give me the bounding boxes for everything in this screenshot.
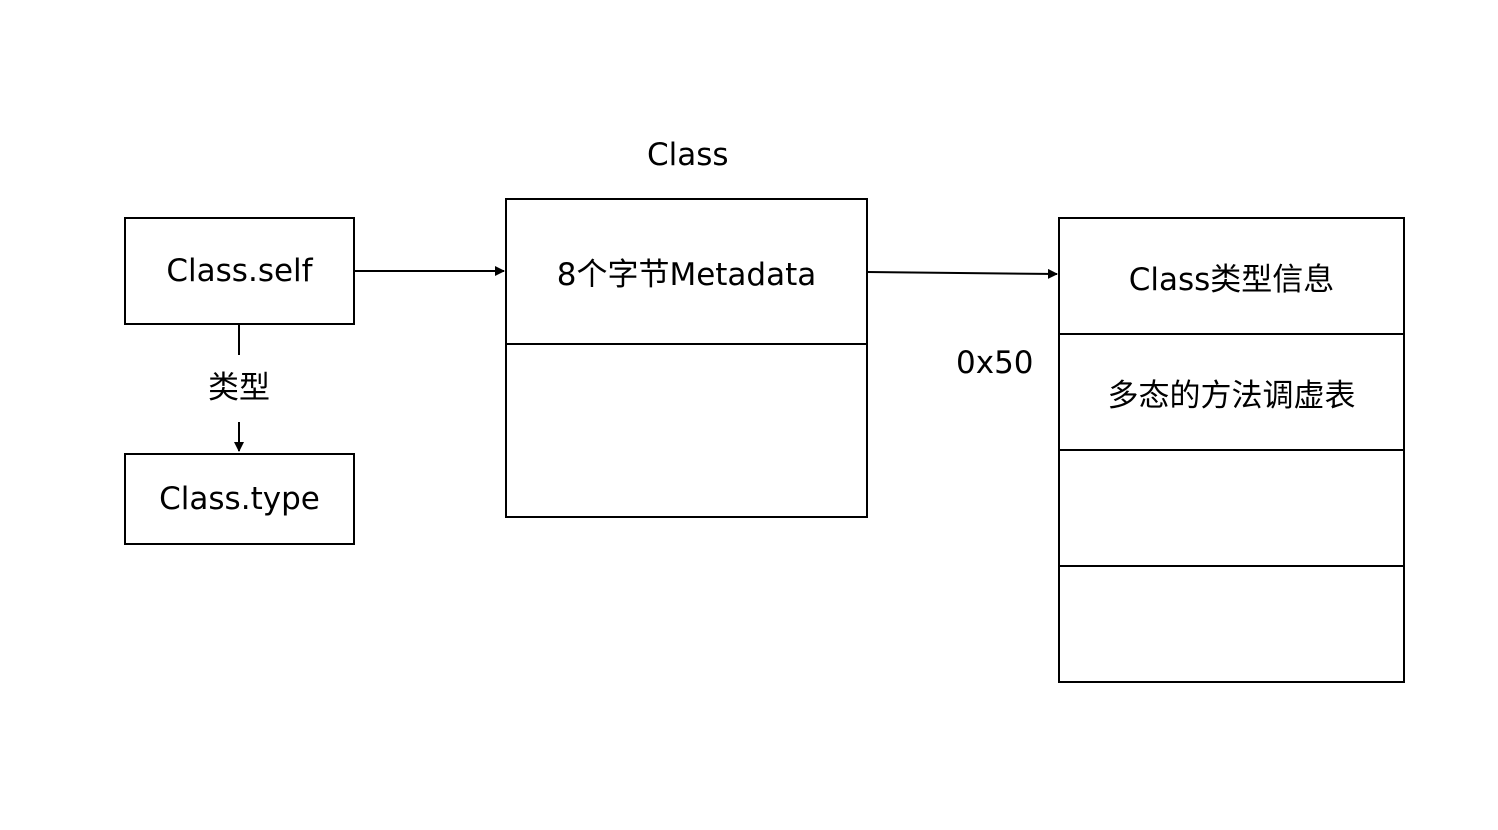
metadata-empty-cell-2 — [1058, 565, 1405, 683]
metadata-vtable-cell: 多态的方法调虚表 — [1058, 333, 1405, 451]
class-self-box: Class.self — [124, 217, 355, 325]
class-type-label: Class.type — [159, 481, 320, 517]
class-struct-title: Class — [647, 137, 729, 173]
metadata-vtable-label: 多态的方法调虚表 — [1107, 377, 1356, 414]
class-type-box: Class.type — [124, 453, 355, 545]
metadata-typeinfo-label: Class类型信息 — [1128, 261, 1335, 298]
class-self-label: Class.self — [166, 253, 313, 289]
metadata-typeinfo-cell: Class类型信息 — [1058, 217, 1405, 335]
type-relation-label: 类型 — [208, 370, 270, 406]
class-struct-empty-cell — [505, 343, 868, 518]
metadata-to-typeinfo-arrow — [866, 268, 1058, 279]
metadata-empty-cell-1 — [1058, 449, 1405, 567]
offset-label: 0x50 — [956, 345, 1034, 381]
class-struct-metadata-label: 8个字节Metadata — [556, 257, 817, 293]
class-struct-metadata-cell: 8个字节Metadata — [505, 198, 868, 345]
